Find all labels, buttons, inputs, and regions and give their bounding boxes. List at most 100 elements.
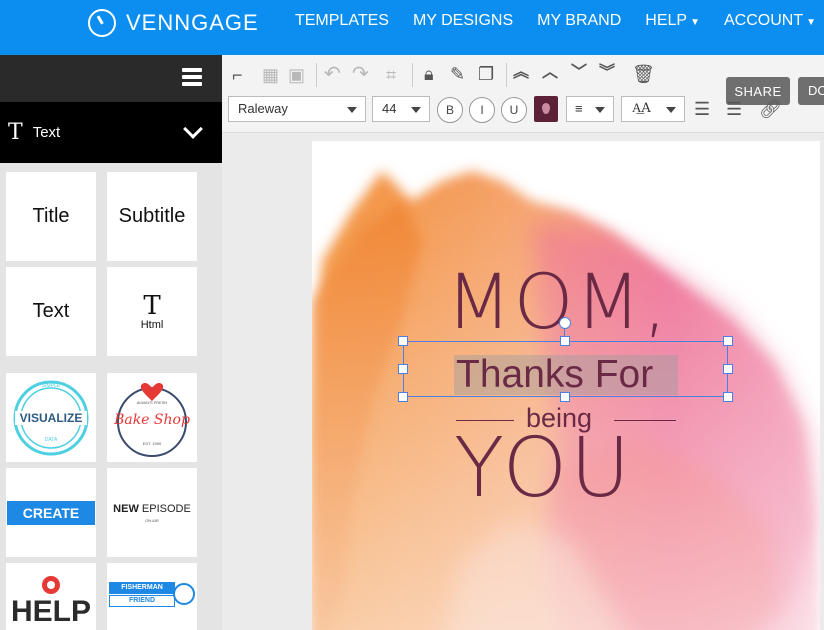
- tile-title-label: Title: [32, 205, 70, 227]
- visualize-label: VISUALIZE: [19, 411, 83, 425]
- tile-html[interactable]: T Html: [107, 267, 197, 356]
- sidebar-header: [0, 55, 222, 102]
- crop-icon[interactable]: ⌗: [386, 65, 396, 85]
- nav-help[interactable]: HELP ▼: [645, 12, 700, 30]
- help-label: HELP: [10, 595, 91, 628]
- sidebar: T Text Title Subtitle Text T Html SIMPLE…: [0, 55, 222, 630]
- tile-new-episode[interactable]: NEW EPISODE ON AIR: [107, 468, 197, 557]
- nav-my-designs[interactable]: MY DESIGNS: [413, 12, 513, 30]
- nav-account[interactable]: ACCOUNT ▼: [724, 12, 816, 30]
- bake-small-top: ALWAYS FRESH: [136, 400, 168, 405]
- tile-subtitle-label: Subtitle: [118, 205, 186, 227]
- send-backward-icon[interactable]: ﹀: [571, 63, 587, 83]
- text-mom[interactable]: MOM,: [446, 257, 669, 346]
- top-navbar: VENNGAGE TEMPLATES MY DESIGNS MY BRAND H…: [0, 0, 824, 55]
- dropdown-caret-icon: [595, 107, 605, 113]
- text-you[interactable]: YOU: [454, 421, 633, 516]
- resize-handle-nw[interactable]: [398, 336, 408, 346]
- fisherman-badge: FISHERMAN FRIEND: [109, 581, 195, 608]
- tile-subtitle[interactable]: Subtitle: [107, 172, 197, 261]
- fish-hook-icon: [173, 582, 195, 605]
- bring-to-front-icon[interactable]: ︽: [513, 63, 529, 83]
- lock-icon[interactable]: 🔒︎: [424, 64, 434, 84]
- resize-handle-e[interactable]: [723, 364, 733, 374]
- editor-app: VENNGAGE TEMPLATES MY DESIGNS MY BRAND H…: [0, 0, 824, 630]
- transparency-icon[interactable]: ▦: [262, 65, 279, 85]
- brand-name: VENNGAGE: [126, 10, 259, 35]
- send-to-back-icon[interactable]: ︾: [599, 63, 615, 83]
- tile-text[interactable]: Text: [6, 267, 96, 356]
- nav-my-brand[interactable]: MY BRAND: [537, 12, 621, 30]
- download-button[interactable]: DO: [798, 77, 824, 105]
- bring-forward-icon[interactable]: ︿: [542, 63, 558, 83]
- bold-button[interactable]: B: [437, 97, 463, 123]
- redo-icon[interactable]: ↷: [352, 64, 369, 84]
- canvas-area: MOM, Thanks For being YOU: [222, 133, 824, 630]
- clock-logo-icon: [88, 9, 116, 37]
- nav-menu: TEMPLATES MY DESIGNS MY BRAND HELP ▼ ACCO…: [271, 12, 816, 30]
- new-episode-rest: EPISODE: [141, 502, 191, 515]
- resize-handle-s[interactable]: [560, 392, 570, 402]
- tile-bake-shop[interactable]: ALWAYS FRESH Bake Shop EST. 1990: [107, 373, 197, 462]
- nav-templates[interactable]: TEMPLATES: [295, 12, 389, 30]
- font-size-value: 44: [382, 101, 397, 116]
- new-episode-bold: NEW: [113, 502, 139, 515]
- edit-icon[interactable]: ✎: [450, 64, 465, 84]
- tile-visualize[interactable]: SIMPLE VISUALIZE DATA: [6, 373, 96, 462]
- font-size-select[interactable]: 44: [372, 96, 430, 122]
- fisherman-bottom: FRIEND: [109, 594, 175, 607]
- font-family-select[interactable]: Raleway: [228, 96, 366, 122]
- text-icon: T: [8, 120, 23, 145]
- visualize-small-top: SIMPLE: [41, 383, 61, 389]
- tile-fisherman[interactable]: FISHERMAN FRIEND: [107, 563, 197, 630]
- resize-handle-ne[interactable]: [723, 336, 733, 346]
- link-icon[interactable]: 🔗︎: [759, 99, 782, 119]
- align-center-icon: ≡: [575, 101, 583, 116]
- tile-help[interactable]: HELP: [6, 563, 96, 630]
- caret-down-icon: ▼: [806, 17, 816, 28]
- selection-box: [403, 341, 728, 397]
- dropdown-caret-icon: [666, 107, 676, 113]
- tile-create[interactable]: CREATE: [6, 468, 96, 557]
- font-family-value: Raleway: [238, 101, 288, 116]
- new-episode-label: NEW EPISODE: [113, 503, 191, 515]
- text-color-button[interactable]: [534, 96, 558, 122]
- dropdown-caret-icon: [411, 107, 421, 113]
- nav-help-label: HELP: [645, 12, 688, 29]
- editor-toolbar: ⌐ ▦ ▣ ↶ ↷ ⌗ 🔒︎ ✎ ❐ ︽ ︿ ﹀ ︾ 🗑︎ SHARE DO R…: [222, 55, 824, 133]
- alarm-bell-icon: [42, 576, 60, 594]
- resize-handle-sw[interactable]: [398, 392, 408, 402]
- bake-shop-label: Bake Shop: [114, 412, 190, 428]
- resize-handle-n[interactable]: [560, 336, 570, 346]
- dropdown-caret-icon: [347, 107, 357, 113]
- design-page[interactable]: MOM, Thanks For being YOU: [312, 141, 820, 630]
- format-painter-icon[interactable]: ⌐: [232, 65, 243, 85]
- image-icon[interactable]: ▣: [288, 65, 305, 85]
- category-selector[interactable]: T Text: [0, 102, 222, 163]
- underline-button[interactable]: U: [501, 97, 527, 123]
- hamburger-menu-icon[interactable]: [182, 68, 202, 86]
- text-size-icon: A͟A: [632, 101, 651, 116]
- fisherman-top: FISHERMAN: [109, 581, 175, 594]
- duplicate-icon[interactable]: ❐: [478, 64, 494, 84]
- visualize-small-bottom: DATA: [44, 437, 58, 443]
- tile-title[interactable]: Title: [6, 172, 96, 261]
- bulleted-list-icon[interactable]: ☰: [726, 99, 742, 119]
- numbered-list-icon[interactable]: ☰: [694, 99, 710, 119]
- category-label: Text: [32, 124, 61, 141]
- nav-account-label: ACCOUNT: [723, 12, 804, 29]
- rotate-handle[interactable]: [559, 317, 571, 329]
- align-select[interactable]: ≡: [566, 96, 614, 122]
- text-size-select[interactable]: A͟A: [621, 96, 685, 122]
- brand-logo[interactable]: VENNGAGE: [88, 8, 259, 38]
- trash-icon[interactable]: 🗑︎: [632, 64, 655, 84]
- tile-html-label: Html: [140, 318, 164, 331]
- undo-icon[interactable]: ↶: [324, 64, 341, 84]
- bake-small-bottom: EST. 1990: [142, 441, 162, 446]
- new-episode-sub: ON AIR: [145, 517, 159, 523]
- caret-down-icon: ▼: [690, 17, 700, 28]
- resize-handle-se[interactable]: [723, 392, 733, 402]
- italic-button[interactable]: I: [469, 97, 495, 123]
- create-label: CREATE: [7, 500, 95, 525]
- resize-handle-w[interactable]: [398, 364, 408, 374]
